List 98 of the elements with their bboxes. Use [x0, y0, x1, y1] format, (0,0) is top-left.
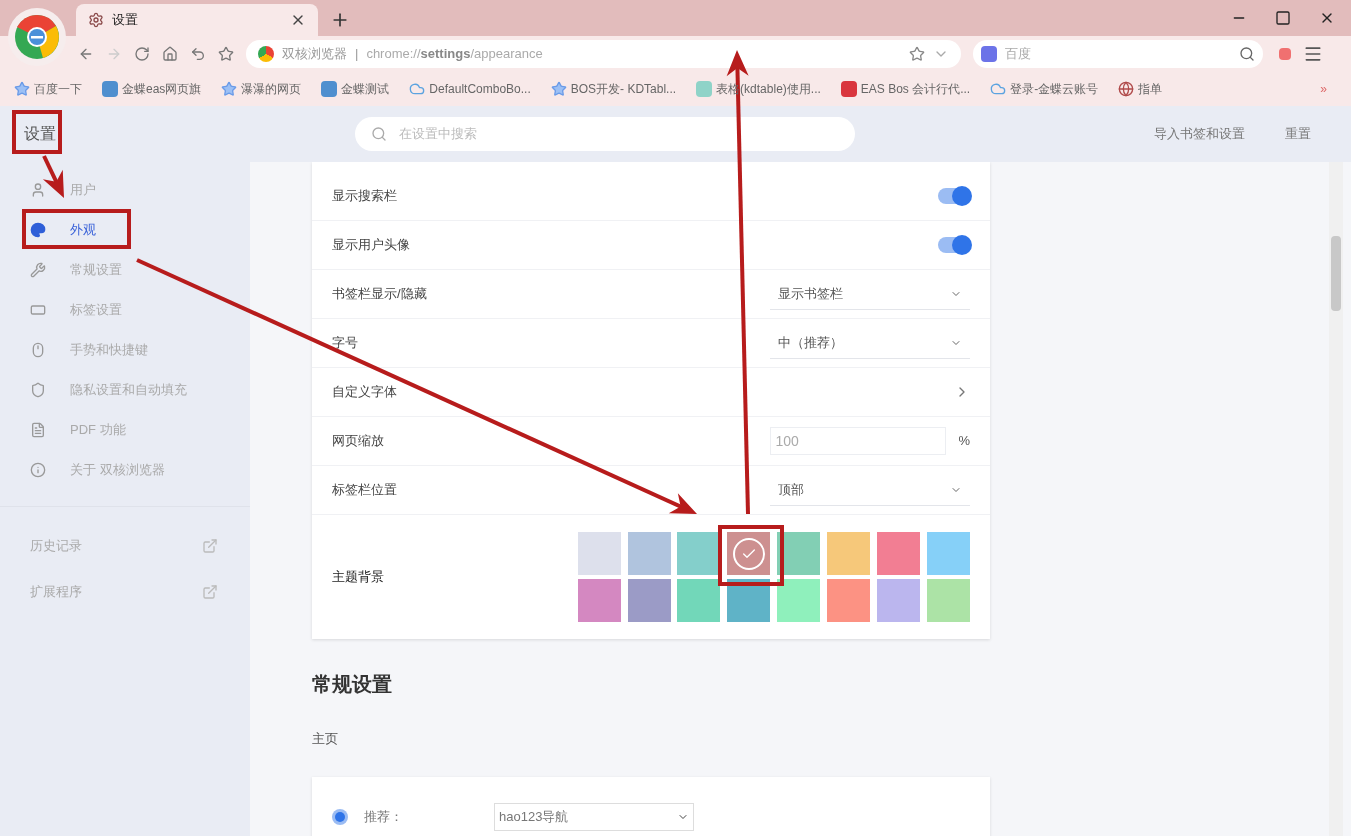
bookmark-item[interactable]: 瀑瀑的网页	[221, 80, 302, 98]
section-subtitle: 主页	[312, 730, 339, 748]
bookmark-item[interactable]: 金蝶eas网页旗	[102, 80, 202, 98]
highlight-box	[12, 110, 62, 154]
theme-swatch[interactable]	[877, 532, 921, 575]
theme-swatch[interactable]	[677, 532, 721, 575]
globe-icon	[1118, 81, 1135, 97]
select-dropdown[interactable]: 显示书签栏	[770, 278, 970, 310]
paw-icon	[981, 46, 997, 62]
search-field[interactable]: 百度	[973, 40, 1263, 68]
highlight-box	[718, 525, 784, 586]
theme-swatch[interactable]	[927, 579, 971, 622]
theme-swatch[interactable]	[827, 579, 871, 622]
maximize-icon[interactable]	[1275, 10, 1291, 26]
separator: |	[355, 45, 359, 64]
theme-swatch[interactable]	[777, 532, 821, 575]
setting-label: 网页缩放	[332, 432, 384, 451]
external-link-icon	[202, 584, 218, 600]
select-dropdown[interactable]: 顶部	[770, 474, 970, 506]
setting-label: 显示搜索栏	[332, 187, 397, 206]
site-icon	[258, 46, 274, 62]
star-icon	[14, 81, 30, 97]
section-title: 常规设置	[312, 672, 393, 697]
cloud-icon	[409, 81, 426, 97]
site-name: 双核浏览器	[282, 45, 347, 64]
radio-button[interactable]	[332, 808, 348, 825]
search-engine: 百度	[1005, 45, 1032, 64]
document-icon	[30, 422, 46, 438]
bookmark-item[interactable]: DefaultComboBo...	[409, 80, 531, 98]
sidebar-item[interactable]: 外观	[0, 210, 250, 250]
bookmark-item[interactable]: 百度一下	[14, 80, 82, 98]
theme-swatch[interactable]	[877, 579, 921, 622]
home-icon[interactable]	[162, 46, 178, 62]
setting-label: 书签栏显示/隐藏	[332, 285, 427, 304]
tile-icon	[321, 81, 338, 97]
document-icon	[696, 81, 713, 97]
zoom-input[interactable]: 100	[770, 427, 947, 455]
bookmark-item[interactable]: BOS开发- KDTabl...	[550, 80, 677, 98]
theme-swatch[interactable]	[827, 532, 871, 575]
cloud-icon	[990, 81, 1007, 97]
more-bookmarks[interactable]: »	[1320, 80, 1327, 98]
star-icon	[550, 81, 567, 97]
theme-swatch[interactable]	[577, 532, 621, 575]
settings-title: 设置	[24, 124, 56, 144]
setting-label: 显示用户头像	[332, 236, 410, 255]
theme-swatch[interactable]	[927, 532, 971, 575]
shield-icon	[30, 382, 46, 398]
reload-icon[interactable]	[134, 46, 150, 62]
theme-swatch[interactable]	[577, 579, 621, 622]
mouse-icon	[30, 342, 46, 358]
percent-unit: %	[958, 432, 970, 451]
theme-swatch[interactable]	[677, 579, 721, 622]
option-label: 推荐：	[364, 807, 404, 826]
theme-swatch[interactable]	[727, 579, 771, 622]
search-icon	[371, 126, 387, 142]
header-action[interactable]: 重置	[1285, 124, 1311, 144]
setting-label: 主题背景	[332, 568, 385, 587]
address-bar[interactable]: 双核浏览器 | chrome://settings/appearance	[246, 40, 961, 68]
undo-icon[interactable]	[190, 46, 206, 62]
theme-swatch[interactable]	[627, 579, 671, 622]
bookmark-item[interactable]: 登录-金蝶云账号	[990, 80, 1099, 98]
settings-icon	[88, 12, 104, 28]
header-action[interactable]: 导入书签和设置	[1154, 124, 1245, 144]
tab-title: 设置	[112, 11, 139, 30]
palette-icon	[30, 222, 46, 238]
search-placeholder: 在设置中搜索	[399, 125, 477, 144]
theme-swatch[interactable]	[627, 532, 671, 575]
app-logo-icon	[840, 81, 857, 97]
bookmark-item[interactable]: EAS Bos 会计行代...	[840, 80, 971, 98]
bookmark-item[interactable]: 指单	[1118, 80, 1163, 98]
bookmark-item[interactable]: 金蝶测试	[321, 80, 390, 98]
setting-label: 字号	[332, 334, 358, 353]
url-text: chrome://settings/appearance	[366, 45, 544, 64]
toggle-switch[interactable]	[938, 188, 970, 204]
browser-tab[interactable]: 设置	[76, 4, 318, 36]
annotation-arrow	[42, 155, 64, 198]
select-dropdown[interactable]: 中（推荐）	[770, 327, 970, 359]
check-icon	[732, 537, 765, 570]
extension-icon[interactable]	[1279, 48, 1291, 60]
toggle-switch[interactable]	[938, 237, 970, 253]
menu-icon[interactable]	[1303, 44, 1323, 64]
tile-icon	[102, 81, 118, 97]
external-link-icon	[202, 538, 218, 554]
theme-swatch[interactable]	[777, 579, 821, 622]
homepage-select[interactable]: hao123导航	[494, 802, 694, 831]
user-icon	[30, 182, 46, 198]
setting-label: 标签栏位置	[332, 481, 397, 500]
info-icon	[30, 462, 46, 478]
wrench-icon	[30, 262, 46, 278]
bookmark-star-icon[interactable]	[218, 46, 234, 62]
scrollbar[interactable]	[1329, 162, 1343, 836]
back-icon[interactable]	[78, 46, 94, 62]
setting-label: 自定义字体	[332, 383, 397, 402]
star-icon	[221, 81, 238, 97]
star-icon[interactable]	[909, 46, 925, 62]
search-icon[interactable]	[1239, 46, 1255, 62]
theme-swatch[interactable]	[727, 532, 771, 575]
tab-icon	[30, 302, 46, 318]
